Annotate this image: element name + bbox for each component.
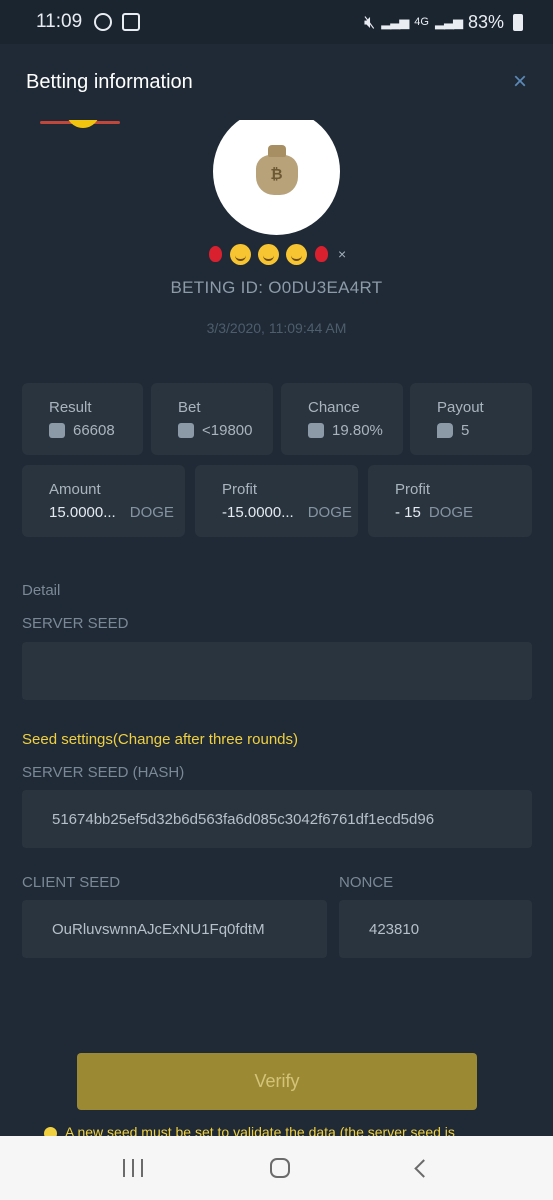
app-notification-icon — [94, 13, 113, 31]
warning-icon — [44, 1126, 57, 1136]
result-icon — [49, 423, 65, 438]
client-seed-field[interactable]: OuRluvswnnAJcExNU1Fq0fdtM — [22, 900, 327, 958]
profit-label: Profit — [222, 481, 258, 498]
payout-value: 5 — [461, 422, 470, 439]
chance-icon — [308, 423, 324, 438]
dice-icon — [178, 423, 194, 438]
recents-icon[interactable] — [123, 1159, 144, 1177]
balloon-icon — [208, 246, 222, 263]
bet-card: Bet <19800 — [151, 383, 273, 455]
smile-icon — [285, 243, 307, 265]
result-value: 66608 — [73, 422, 115, 439]
profit-rounded-value: - 15 — [395, 504, 421, 521]
battery-percent: 83% — [467, 11, 504, 32]
x-mark: × — [337, 246, 347, 263]
profit-value: -15.0000... — [222, 504, 294, 521]
amount-label: Amount — [49, 481, 101, 498]
server-seed-field[interactable] — [22, 642, 532, 700]
smile-icon — [257, 243, 279, 265]
home-icon[interactable] — [269, 1158, 290, 1178]
profit-rounded-unit: DOGE — [428, 504, 474, 521]
amount-value: 15.0000... — [49, 504, 116, 521]
payout-icon — [437, 423, 453, 438]
status-time: 11:09 — [36, 11, 83, 32]
amount-card: Amount 15.0000... DOGE — [22, 465, 185, 537]
bet-id: BETING ID: O0DU3EA4RT — [170, 278, 383, 297]
result-card: Result 66608 — [22, 383, 143, 455]
bet-label: Bet — [178, 399, 201, 416]
user-avatar: ₿ — [213, 108, 340, 235]
amount-unit: DOGE — [129, 504, 174, 521]
profit-rounded-label: Profit — [395, 481, 431, 498]
nonce-field[interactable]: 423810 — [339, 900, 532, 958]
smile-icon — [229, 243, 251, 265]
profit-card: Profit -15.0000... DOGE — [195, 465, 358, 537]
server-seed-hash-label: SERVER SEED (HASH) — [22, 764, 185, 781]
seed-notice-text: A new seed must be set to validate the d… — [65, 1124, 455, 1136]
seed-settings-note: Seed settings(Change after three rounds) — [22, 731, 298, 748]
server-seed-label: SERVER SEED — [22, 615, 129, 632]
profit-unit: DOGE — [307, 504, 352, 521]
payout-label: Payout — [437, 399, 484, 416]
checkbox-notification-icon — [122, 13, 141, 31]
nonce-label: NONCE — [339, 874, 394, 891]
payout-card: Payout 5 — [410, 383, 532, 455]
back-icon[interactable] — [413, 1158, 433, 1178]
modal-header: Betting information × — [0, 44, 553, 120]
status-bar: 11:09 🔇︎ ▂▃▅ 4G ▂▃▅ 83% — [0, 0, 553, 44]
result-label: Result — [49, 399, 92, 416]
seed-notice: A new seed must be set to validate the d… — [44, 1124, 524, 1136]
detail-heading: Detail — [22, 582, 61, 599]
chance-label: Chance — [308, 399, 360, 416]
bet-datetime: 3/3/2020, 11:09:44 AM — [206, 320, 347, 336]
money-bag-icon: ₿ — [255, 144, 298, 195]
server-seed-hash-field[interactable]: 51674bb25ef5d32b6d563fa6d085c3042f6761df… — [22, 790, 532, 848]
close-icon[interactable]: × — [513, 68, 527, 96]
mute-icon: 🔇︎ — [363, 11, 376, 32]
battery-icon — [513, 13, 523, 31]
chance-card: Chance 19.80% — [281, 383, 403, 455]
verify-button[interactable]: Verify — [77, 1053, 477, 1110]
modal-title: Betting information — [26, 70, 193, 93]
bet-value: <19800 — [202, 422, 253, 439]
client-seed-label: CLIENT SEED — [22, 874, 121, 891]
balloon-icon — [314, 246, 328, 263]
chance-value: 19.80% — [332, 422, 383, 439]
signal-icon: ▂▃▅ — [381, 14, 409, 29]
system-nav-bar — [0, 1136, 553, 1200]
status-indicators: 🔇︎ ▂▃▅ 4G ▂▃▅ 83% — [364, 12, 523, 33]
username-emojis: × — [0, 243, 553, 265]
profit-rounded-card: Profit - 15 DOGE — [368, 465, 532, 537]
network-type: 4G — [414, 16, 429, 28]
signal-icon-2: ▂▃▅ — [434, 14, 463, 29]
